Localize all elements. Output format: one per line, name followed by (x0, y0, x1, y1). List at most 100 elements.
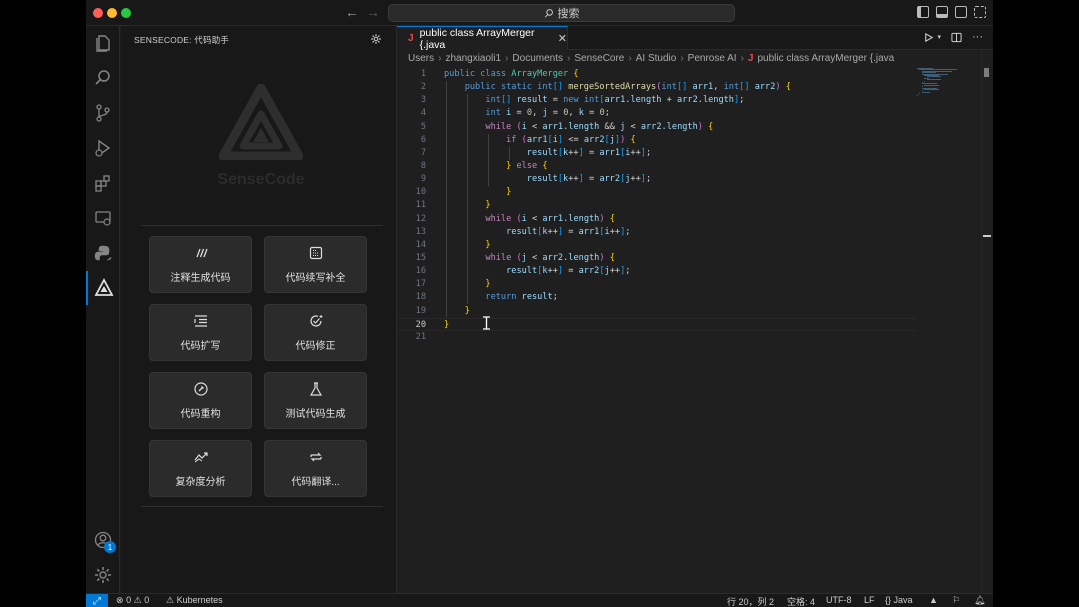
code-line[interactable]: 9 result[k++] = arr2[j++]; (397, 173, 917, 186)
code-line[interactable]: 13 result[k++] = arr1[i++]; (397, 226, 917, 239)
accounts-icon[interactable]: 1 (86, 523, 120, 557)
comment-slash-icon (195, 248, 208, 258)
indentation[interactable]: 空格: 4 (787, 595, 815, 607)
code-line[interactable]: 16 result[k++] = arr2[j++]; (397, 265, 917, 278)
run-icon[interactable] (923, 32, 934, 43)
code-editor[interactable]: 1 public class ArrayMerger {2 public stat… (397, 68, 917, 344)
minimap-line (924, 80, 925, 82)
code-line[interactable]: 17 } (397, 278, 917, 291)
code-line[interactable]: 11 } (397, 199, 917, 212)
kubernetes-status[interactable]: ⚠ Kubernetes (166, 595, 223, 606)
code-line[interactable]: 20} (397, 317, 917, 331)
code-line[interactable]: 8 } else { (397, 160, 917, 173)
code-line[interactable]: 12 while (i < arr1.length) { (397, 213, 917, 226)
command-center-search[interactable]: 搜索 (388, 4, 735, 22)
comment-to-code-button[interactable]: 注释生成代码 (149, 236, 252, 293)
problems-indicator[interactable]: ⊗ 0 ⚠ 0 (116, 595, 149, 606)
more-actions-icon[interactable]: ··· (972, 31, 983, 43)
code-completion-button[interactable]: 代码续写补全 (264, 236, 367, 293)
code-refactor-button[interactable]: 代码重构 (149, 372, 252, 429)
kubernetes-label: Kubernetes (176, 595, 223, 605)
sensecode-icon[interactable] (86, 271, 120, 305)
code-line[interactable]: 2 public static int[] mergeSortedArrays(… (397, 81, 917, 94)
breadcrumb-item[interactable]: Penrose AI (688, 53, 737, 64)
search-label: 搜索 (557, 8, 580, 20)
notifications-bell-icon[interactable]: 🔔︎ (974, 595, 985, 606)
breadcrumb-item[interactable]: AI Studio (636, 53, 677, 64)
line-number: 3 (420, 95, 426, 106)
sidebar-divider (141, 225, 383, 226)
toggle-primary-sidebar-icon[interactable] (917, 6, 929, 18)
customize-layout-icon[interactable] (974, 6, 986, 18)
toggle-panel-icon[interactable] (936, 6, 948, 18)
search-icon[interactable] (86, 61, 120, 95)
end-of-line[interactable]: LF (864, 595, 875, 605)
language-mode[interactable]: {} Java (885, 595, 913, 605)
complexity-analysis-button[interactable]: 复杂度分析 (149, 440, 252, 497)
line-number: 7 (420, 147, 426, 158)
title-bar: ← → 搜索 (86, 0, 993, 26)
close-tab-icon[interactable]: ✕ (558, 32, 567, 45)
split-editor-icon[interactable] (951, 32, 962, 43)
editor-actions: ▾ ··· (923, 31, 983, 43)
code-translation-button[interactable]: 代码翻译... (264, 440, 367, 497)
breadcrumb-separator: › (505, 53, 509, 64)
minimize-window-button[interactable] (107, 8, 117, 18)
code-line[interactable]: 10 } (397, 186, 917, 199)
breadcrumb-item[interactable]: Documents (512, 53, 563, 64)
activity-bar: 1 (86, 26, 120, 593)
close-window-button[interactable] (93, 8, 103, 18)
code-expand-button[interactable]: 代码扩写 (149, 304, 252, 361)
card-label: 复杂度分析 (175, 477, 226, 488)
breadcrumb-item[interactable]: zhangxiaoli1 (445, 53, 501, 64)
run-debug-icon[interactable] (86, 131, 120, 165)
remote-indicator-icon[interactable]: ⤢ (86, 594, 108, 607)
explorer-icon[interactable] (86, 26, 120, 60)
breadcrumb-item[interactable]: SenseCore (574, 53, 624, 64)
beaker-icon (309, 382, 322, 396)
zoom-window-button[interactable] (121, 8, 131, 18)
minimap[interactable] (917, 68, 967, 98)
cursor-position[interactable]: 行 20，列 2 (727, 595, 774, 607)
toggle-secondary-sidebar-icon[interactable] (955, 6, 967, 18)
code-text: } (485, 239, 491, 250)
minimap-line (926, 79, 941, 81)
editor-tab-active[interactable]: J public class ArrayMerger {.java ✕ (397, 26, 568, 51)
run-dropdown-chevron-icon[interactable]: ▾ (937, 33, 941, 41)
code-line[interactable]: 7 result[k++] = arr1[i++]; (397, 147, 917, 160)
test-code-generation-button[interactable]: 测试代码生成 (264, 372, 367, 429)
manage-gear-icon[interactable] (86, 558, 120, 592)
code-line[interactable]: 21 (397, 331, 917, 344)
settings-gear-icon[interactable] (370, 32, 382, 50)
code-text: } (464, 305, 470, 316)
code-line[interactable]: 19 } (397, 305, 917, 318)
code-line[interactable]: 14 } (397, 239, 917, 252)
vertical-scrollbar[interactable] (981, 50, 993, 593)
encoding[interactable]: UTF-8 (826, 595, 852, 605)
code-line[interactable]: 5 while (i < arr1.length && j < arr2.len… (397, 121, 917, 134)
line-number: 15 (415, 252, 426, 263)
extensions-icon[interactable] (86, 166, 120, 200)
scrollbar-cursor-marker (983, 235, 991, 237)
code-line[interactable]: 3 int[] result = new int[arr1.length + a… (397, 94, 917, 107)
back-arrow-icon[interactable]: ← (345, 4, 359, 20)
breadcrumb-item[interactable]: Users (408, 53, 434, 64)
code-line[interactable]: 15 while (j < arr2.length) { (397, 252, 917, 265)
sensecode-logo-icon (218, 83, 304, 161)
arrows-swap-icon (309, 452, 322, 462)
code-line[interactable]: 18 return result; (397, 291, 917, 304)
python-icon[interactable] (86, 236, 120, 270)
breadcrumb-file[interactable]: public class ArrayMerger {.java (757, 53, 894, 64)
code-line[interactable]: 6 if (arr1[i] <= arr2[j]) { (397, 134, 917, 147)
minimap-line (917, 94, 918, 96)
code-text: public static int[] mergeSortedArrays(in… (464, 82, 791, 93)
code-line[interactable]: 4 int i = 0, j = 0, k = 0; (397, 107, 917, 120)
code-line[interactable]: 1 public class ArrayMerger { (397, 68, 917, 81)
forward-arrow-icon[interactable]: → (366, 4, 380, 20)
code-fix-button[interactable]: 代码修正 (264, 304, 367, 361)
remote-explorer-icon[interactable] (86, 201, 120, 235)
sensecode-status-icon[interactable]: ▲ (929, 595, 938, 605)
source-control-icon[interactable] (86, 96, 120, 130)
feedback-icon[interactable]: ⚐ (952, 595, 960, 606)
code-text: public class ArrayMerger { (444, 69, 579, 79)
